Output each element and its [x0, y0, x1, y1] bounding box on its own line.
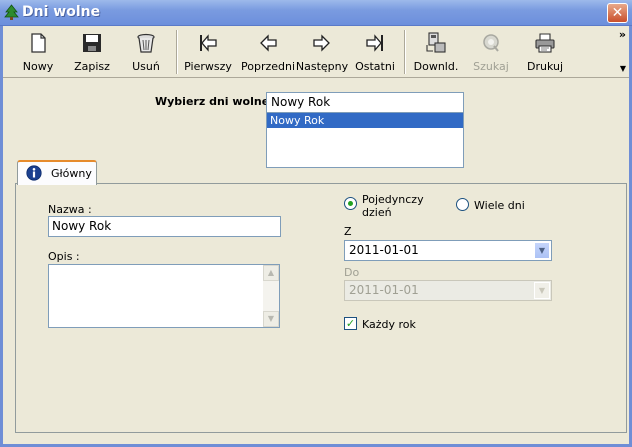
single-day-radio[interactable]	[344, 197, 357, 210]
download-icon	[426, 32, 446, 53]
save-button-label: Zapisz	[74, 60, 110, 73]
arrow-left-icon	[260, 34, 277, 52]
toolbar-dropdown-icon[interactable]: ▼	[620, 64, 626, 73]
title-bar[interactable]: Dni wolne ✕	[0, 0, 632, 26]
from-date-value: 2011-01-01	[349, 243, 419, 257]
description-label: Opis :	[48, 250, 80, 263]
holiday-list[interactable]: Nowy Rok	[266, 113, 464, 168]
delete-button-label: Usuń	[132, 60, 160, 73]
toolbar: Nowy Zapisz Usuń Pierwszy Poprzedni Nast…	[3, 26, 629, 78]
new-button-label: Nowy	[22, 60, 54, 73]
first-button[interactable]: Pierwszy	[183, 28, 233, 76]
save-button[interactable]: Zapisz	[69, 28, 115, 76]
to-date-dropdown[interactable]: 2011-01-01 ▼	[344, 280, 552, 301]
list-item[interactable]: Nowy Rok	[267, 113, 463, 128]
print-button[interactable]: Drukuj	[525, 28, 565, 76]
from-date-dropdown[interactable]: 2011-01-01 ▼	[344, 240, 552, 261]
first-button-label: Pierwszy	[184, 60, 232, 73]
previous-button-label: Poprzedni	[240, 60, 296, 73]
chevron-down-icon[interactable]: ▼	[534, 282, 550, 299]
search-button[interactable]: Szukaj	[471, 28, 511, 76]
name-field[interactable]: Nowy Rok	[48, 216, 281, 237]
toolbar-separator	[404, 30, 406, 74]
single-day-label-line2: dzień	[362, 206, 392, 219]
last-record-icon	[366, 34, 383, 52]
tab-main-label: Główny	[51, 167, 92, 180]
search-button-label: Szukaj	[473, 60, 509, 73]
printer-icon	[535, 33, 555, 53]
holiday-selector-label: Wybierz dni wolne:	[155, 95, 274, 108]
tree-icon	[4, 4, 19, 20]
delete-button[interactable]: Usuń	[125, 28, 167, 76]
scroll-down-icon[interactable]: ▼	[263, 311, 279, 327]
previous-button[interactable]: Poprzedni	[240, 28, 296, 76]
holiday-selector-input[interactable]: Nowy Rok	[266, 92, 464, 113]
print-button-label: Drukuj	[526, 60, 564, 73]
floppy-disk-icon	[83, 34, 101, 52]
new-document-icon	[31, 33, 46, 53]
scroll-up-icon[interactable]: ▲	[263, 265, 279, 281]
tab-main[interactable]: Główny	[17, 160, 97, 185]
search-icon	[483, 34, 499, 52]
toolbar-separator	[176, 30, 178, 74]
multiple-days-radio[interactable]	[456, 198, 469, 211]
download-button-label: Downld.	[413, 60, 459, 73]
window-title: Dni wolne	[22, 4, 101, 20]
to-date-label: Do	[344, 266, 360, 279]
from-date-label: Z	[344, 225, 352, 238]
every-year-label: Każdy rok	[362, 318, 416, 331]
new-button[interactable]: Nowy	[17, 28, 59, 76]
multiple-days-label: Wiele dni	[474, 199, 525, 212]
to-date-value: 2011-01-01	[349, 283, 419, 297]
next-button[interactable]: Następny	[295, 28, 349, 76]
download-button[interactable]: Downld.	[411, 28, 461, 76]
every-year-checkbox[interactable]: ✓	[344, 317, 357, 330]
close-icon: ✕	[611, 5, 624, 21]
next-button-label: Następny	[295, 60, 349, 73]
first-record-icon	[200, 34, 217, 52]
toolbar-overflow-button[interactable]: »	[619, 28, 626, 41]
name-label: Nazwa :	[48, 203, 92, 216]
close-button[interactable]: ✕	[607, 3, 628, 23]
description-field[interactable]: ▲ ▼	[48, 264, 280, 328]
last-button-label: Ostatni	[355, 60, 395, 73]
arrow-right-icon	[313, 34, 330, 52]
single-day-label-line1: Pojedynczy	[362, 193, 424, 206]
description-scrollbar[interactable]: ▲ ▼	[263, 265, 279, 327]
info-icon	[26, 165, 42, 181]
trash-icon	[137, 33, 155, 53]
chevron-down-icon[interactable]: ▼	[534, 242, 550, 259]
last-button[interactable]: Ostatni	[353, 28, 397, 76]
radio-selected-dot	[348, 201, 353, 206]
